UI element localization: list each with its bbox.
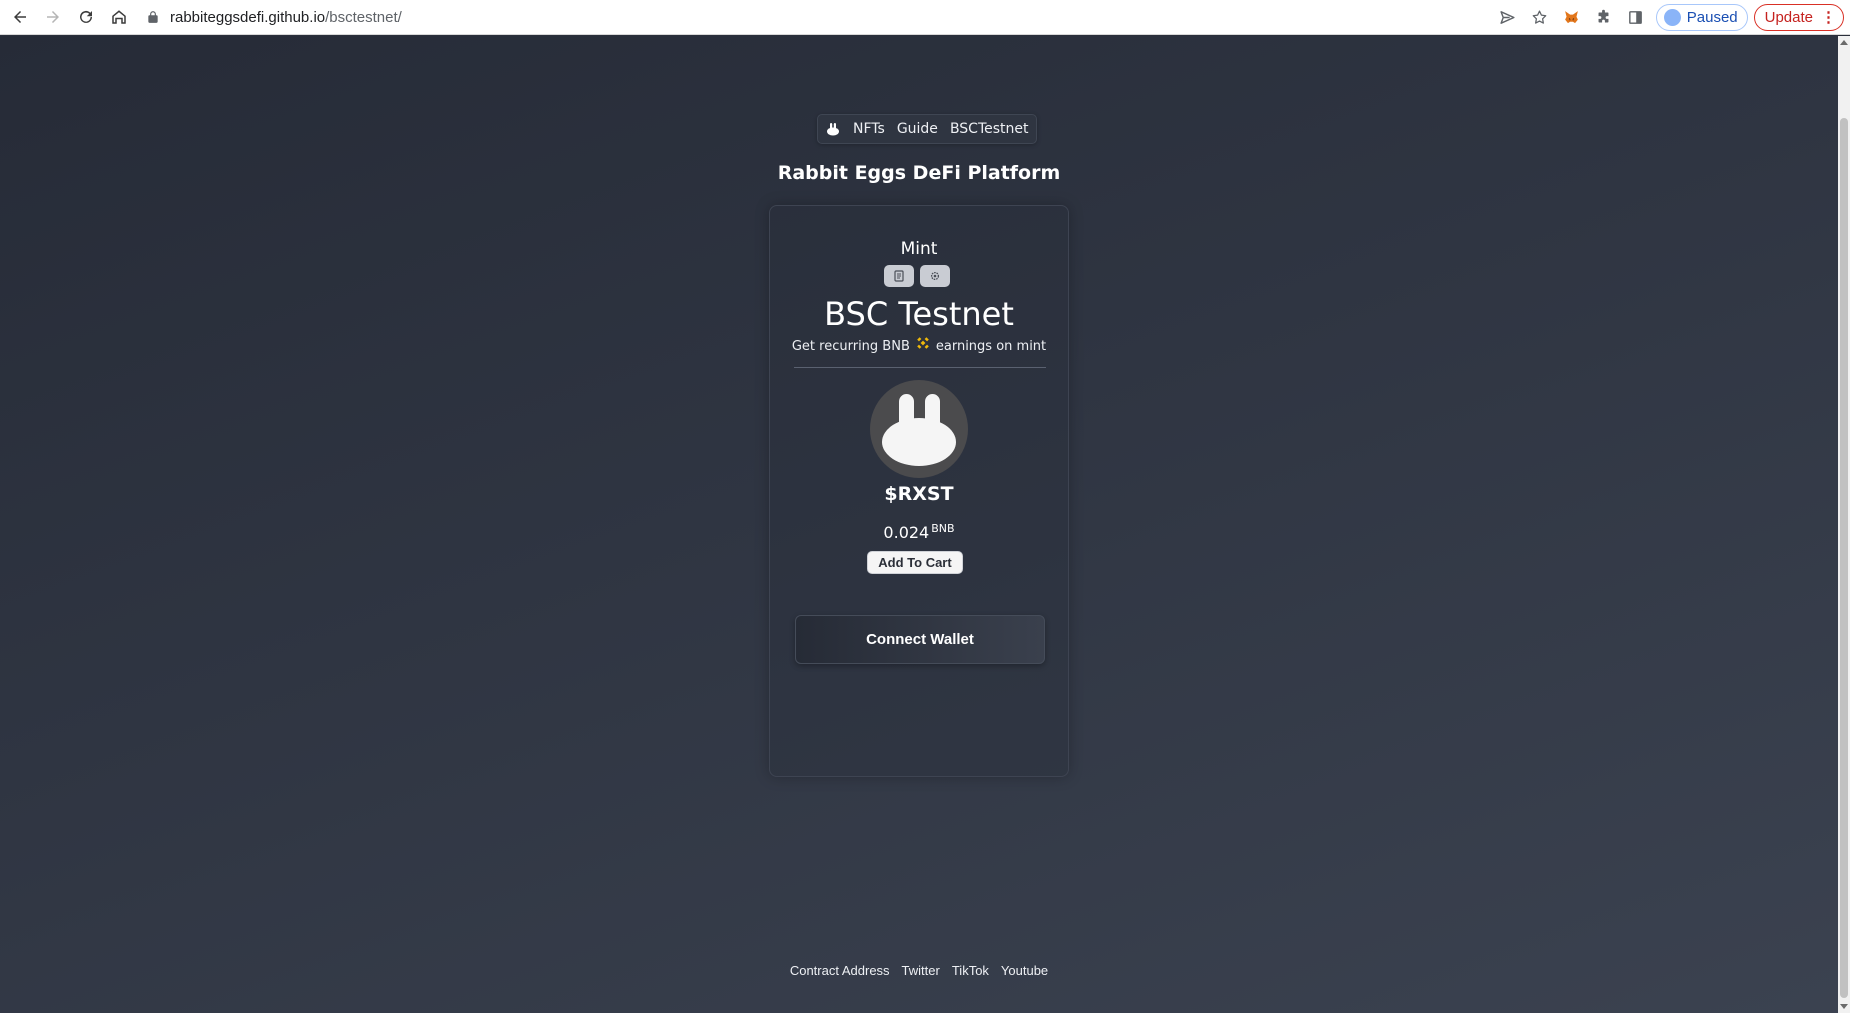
scroll-up-arrow-icon[interactable] <box>1840 40 1848 45</box>
reload-icon[interactable] <box>71 2 101 32</box>
side-panel-icon[interactable] <box>1620 2 1652 32</box>
nav-link-nfts[interactable]: NFTs <box>853 121 885 137</box>
browser-toolbar: rabbiteggsdefi.github.io/bsctestnet/ Pau… <box>0 0 1850 35</box>
token-name: $RXST <box>884 483 954 505</box>
profile-paused-button[interactable]: Paused <box>1655 3 1748 31</box>
gear-icon <box>930 271 940 281</box>
mint-mini-buttons <box>884 265 950 287</box>
toolbar-actions: Paused Update ⋮ <box>1492 2 1844 32</box>
more-vert-icon: ⋮ <box>1821 9 1836 26</box>
mint-card: Mint BSC Testnet Get recurring BNB earni… <box>769 205 1069 777</box>
earnings-text: Get recurring BNB earnings on mint <box>770 336 1068 354</box>
footer-link-contract-address[interactable]: Contract Address <box>790 963 890 978</box>
page-scrollbar[interactable] <box>1838 36 1850 1013</box>
home-icon[interactable] <box>104 2 134 32</box>
extensions-puzzle-icon[interactable] <box>1588 2 1620 32</box>
earnings-suffix: earnings on mint <box>935 339 1047 354</box>
bookmark-star-icon[interactable] <box>1524 2 1556 32</box>
scroll-down-arrow-icon[interactable] <box>1840 1004 1848 1009</box>
price-unit: BNB <box>931 522 955 535</box>
nav-link-guide[interactable]: Guide <box>897 121 938 137</box>
scrollbar-thumb[interactable] <box>1840 118 1848 998</box>
address-bar[interactable]: rabbiteggsdefi.github.io/bsctestnet/ <box>146 3 1464 31</box>
earnings-prefix: Get recurring BNB <box>791 339 910 354</box>
send-icon[interactable] <box>1492 2 1524 32</box>
lock-icon <box>148 11 158 23</box>
forward-icon[interactable] <box>38 2 68 32</box>
rabbit-logo-icon[interactable] <box>825 121 841 137</box>
footer-link-twitter[interactable]: Twitter <box>902 963 940 978</box>
footer-links: Contract Address Twitter TikTok Youtube <box>0 963 1838 978</box>
document-button[interactable] <box>884 265 914 287</box>
url-path: /bsctestnet/ <box>325 8 402 26</box>
document-icon <box>894 270 904 282</box>
nav-link-bsctestnet[interactable]: BSCTestnet <box>950 121 1029 137</box>
settings-button[interactable] <box>920 265 950 287</box>
footer-link-tiktok[interactable]: TikTok <box>952 963 989 978</box>
update-button[interactable]: Update ⋮ <box>1753 3 1844 31</box>
back-icon[interactable] <box>5 2 35 32</box>
url-host: rabbiteggsdefi.github.io <box>170 8 326 26</box>
bnb-icon <box>917 336 929 349</box>
rabbit-icon <box>882 394 956 466</box>
price-value: 0.024 <box>883 523 930 542</box>
mint-label: Mint <box>900 239 938 259</box>
connect-wallet-button[interactable]: Connect Wallet <box>795 615 1045 664</box>
site-title: Rabbit Eggs DeFi Platform <box>777 162 1061 184</box>
profile-avatar-icon <box>1663 8 1681 26</box>
update-label: Update <box>1764 8 1813 26</box>
token-price: 0.024 BNB <box>770 522 1068 542</box>
profile-paused-label: Paused <box>1686 8 1738 26</box>
network-title: BSC Testnet <box>824 295 1014 333</box>
footer-link-youtube[interactable]: Youtube <box>1001 963 1048 978</box>
rabbit-token-avatar <box>870 380 968 478</box>
page-background: NFTs Guide BSCTestnet Rabbit Eggs DeFi P… <box>0 36 1838 1013</box>
metamask-fox-icon[interactable] <box>1556 2 1588 32</box>
top-navigation: NFTs Guide BSCTestnet <box>817 114 1037 144</box>
add-to-cart-button[interactable]: Add To Cart <box>867 551 963 574</box>
card-divider <box>794 367 1046 368</box>
